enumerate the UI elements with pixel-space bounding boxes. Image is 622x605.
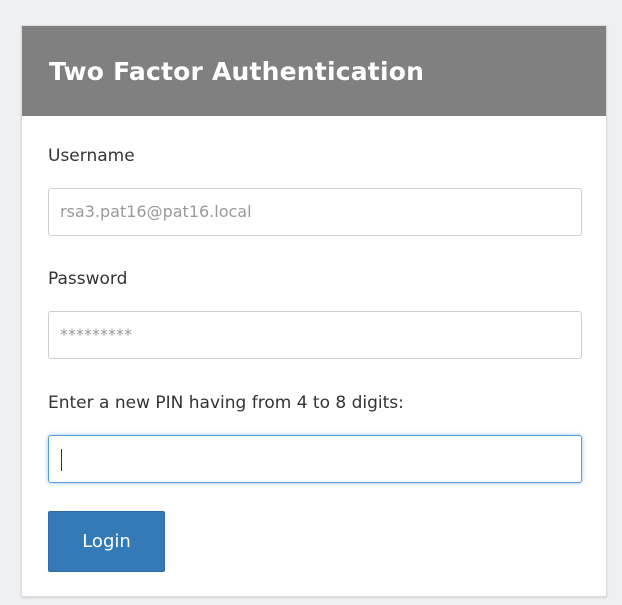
username-label: Username xyxy=(48,146,135,166)
text-caret xyxy=(61,448,62,471)
pin-field[interactable] xyxy=(48,435,582,483)
login-card: Two Factor Authentication Username rsa3.… xyxy=(21,25,607,597)
password-value: ********* xyxy=(60,325,132,344)
username-field[interactable]: rsa3.pat16@pat16.local xyxy=(48,188,582,236)
pin-label: Enter a new PIN having from 4 to 8 digit… xyxy=(48,393,404,413)
username-value: rsa3.pat16@pat16.local xyxy=(60,202,252,221)
login-button[interactable]: Login xyxy=(48,511,165,572)
password-field[interactable]: ********* xyxy=(48,311,582,359)
page-title: Two Factor Authentication xyxy=(49,56,425,86)
card-header: Two Factor Authentication xyxy=(22,26,606,116)
password-label: Password xyxy=(48,269,128,289)
